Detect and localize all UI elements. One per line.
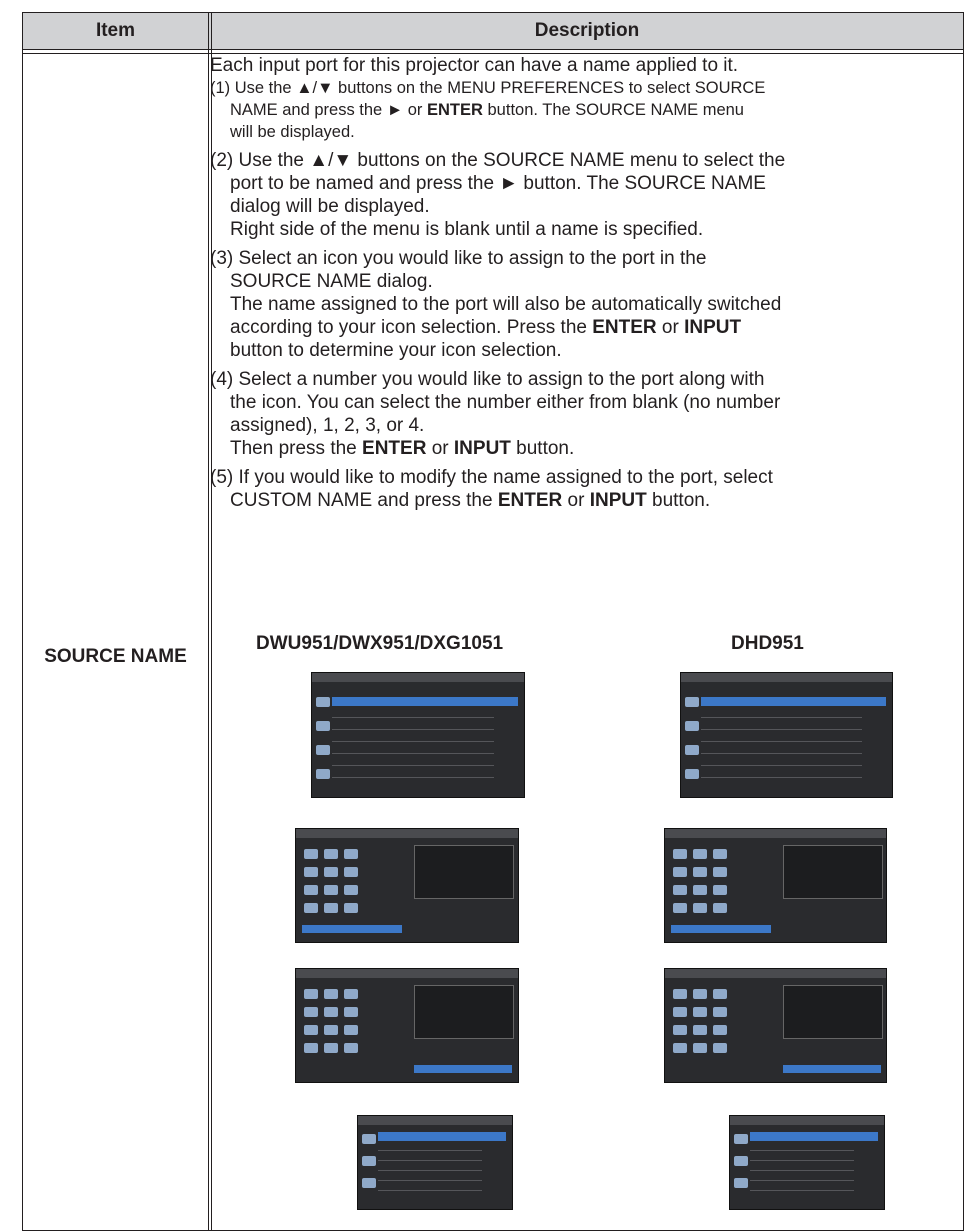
step-1-line-1: (1) Use the ▲/▼ buttons on the MENU PREF… [210, 79, 766, 97]
step-3: (3) Select an icon you would like to ass… [210, 247, 940, 362]
step-2-line-3: dialog will be displayed. [230, 196, 430, 217]
step-3-line-5: button to determine your icon selection. [230, 340, 562, 361]
header-item: Item [95, 20, 136, 41]
step-2: (2) Use the ▲/▼ buttons on the SOURCE NA… [210, 149, 940, 241]
step-3-line-2: SOURCE NAME dialog. [230, 271, 433, 292]
item-source-name: SOURCE NAME [44, 646, 187, 667]
header-description: Description [534, 20, 640, 41]
source-name-dialog-screenshot-left-1 [295, 828, 519, 943]
source-name-menu-result-screenshot-right [729, 1115, 885, 1210]
source-name-menu-result-screenshot-left [357, 1115, 513, 1210]
step-4-line-1: (4) Select a number you would like to as… [210, 369, 765, 390]
step-3-line-4: according to your icon selection. Press … [230, 317, 742, 338]
step-2-line-4: Right side of the menu is blank until a … [230, 219, 704, 240]
model-label-left: DWU951/DWX951/DXG1051 [256, 633, 504, 654]
model-label-right: DHD951 [731, 633, 804, 654]
step-5-line-1: (5) If you would like to modify the name… [210, 467, 773, 488]
step-3-line-3: The name assigned to the port will also … [230, 294, 782, 315]
step-2-line-2: port to be named and press the ► button.… [230, 173, 766, 194]
step-5-line-2: CUSTOM NAME and press the ENTER or INPUT… [230, 490, 711, 511]
step-4-line-3: assigned), 1, 2, 3, or 4. [230, 415, 425, 436]
description-text: Each input port for this projector can h… [210, 54, 940, 512]
step-3-line-1: (3) Select an icon you would like to ass… [210, 248, 707, 269]
step-1-line-2: NAME and press the ► or ENTER button. Th… [230, 101, 744, 119]
source-name-dialog-screenshot-right-2 [664, 968, 887, 1083]
source-name-dialog-screenshot-right-1 [664, 828, 887, 943]
source-name-menu-screenshot-right [680, 672, 893, 798]
step-5: (5) If you would like to modify the name… [210, 466, 940, 512]
step-2-line-1: (2) Use the ▲/▼ buttons on the SOURCE NA… [210, 150, 786, 171]
source-name-menu-screenshot-left [311, 672, 525, 798]
step-4-line-2: the icon. You can select the number eith… [230, 392, 781, 413]
step-1: (1) Use the ▲/▼ buttons on the MENU PREF… [210, 77, 940, 143]
column-divider [208, 13, 209, 1230]
source-name-dialog-screenshot-left-2 [295, 968, 519, 1083]
step-4-line-4: Then press the ENTER or INPUT button. [230, 438, 575, 459]
step-4: (4) Select a number you would like to as… [210, 368, 940, 460]
table-header: Item Description [23, 13, 963, 50]
step-1-line-3: will be displayed. [230, 123, 355, 141]
intro-text: Each input port for this projector can h… [210, 55, 739, 76]
